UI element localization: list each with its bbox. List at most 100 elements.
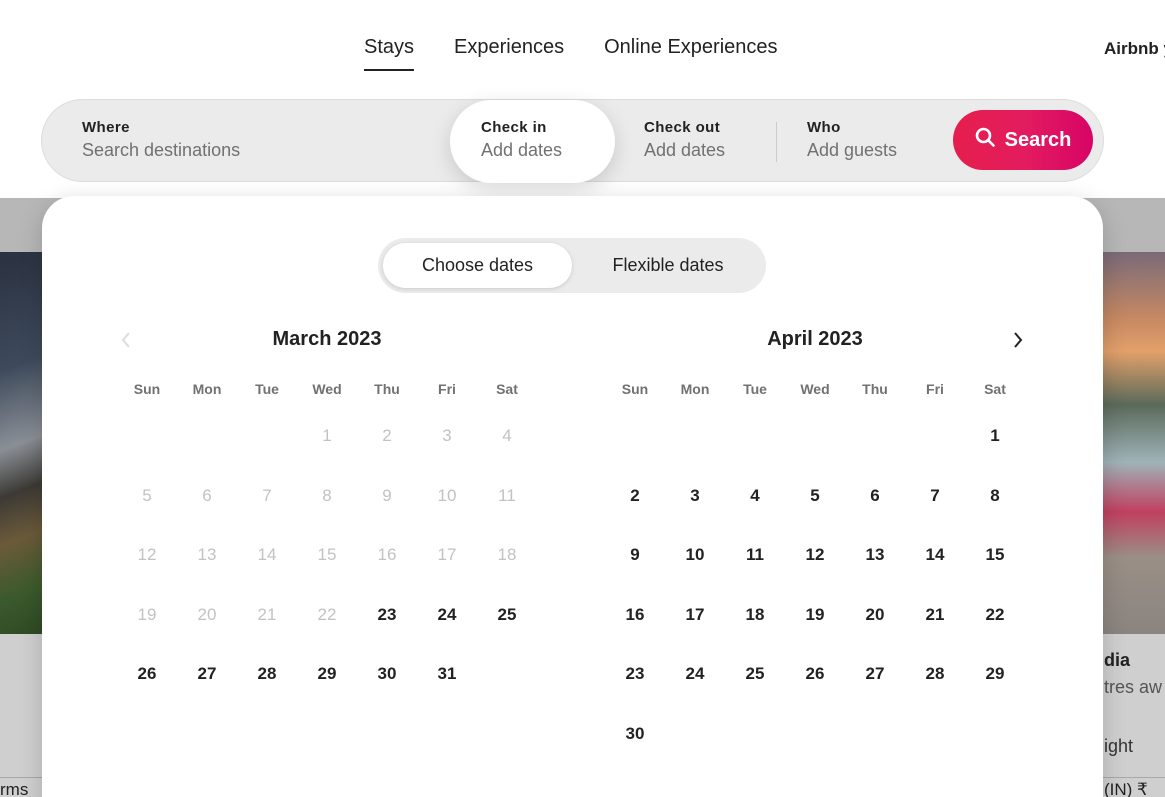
calendar-day[interactable]: 10 <box>665 543 725 603</box>
host-link[interactable]: Airbnb y <box>1104 39 1165 59</box>
calendar-day: 12 <box>137 545 157 565</box>
calendar-day[interactable]: 27 <box>845 662 905 722</box>
calendar-day[interactable]: 22 <box>965 603 1025 663</box>
calendar-day[interactable]: 23 <box>357 603 417 663</box>
calendar-day[interactable]: 25 <box>477 603 537 663</box>
day-empty <box>605 424 665 484</box>
listing-photo-left[interactable] <box>0 252 42 634</box>
calendar-day[interactable]: 24 <box>665 662 725 722</box>
calendar-day: 8 <box>322 485 332 505</box>
calendar-day: 16 <box>377 545 397 565</box>
weekday-label: Thu <box>374 381 400 397</box>
weekday-label: Sat <box>496 381 518 397</box>
calendar-day[interactable]: 26 <box>117 662 177 722</box>
calendar-day[interactable]: 26 <box>785 662 845 722</box>
calendar-day[interactable]: 19 <box>785 603 845 663</box>
calendar-day[interactable]: 2 <box>605 484 665 544</box>
calendar-day[interactable]: 14 <box>905 543 965 603</box>
listing-photo-right[interactable] <box>1103 252 1165 634</box>
calendar-day: 13 <box>197 545 217 565</box>
calendar-day[interactable]: 5 <box>785 484 845 544</box>
calendar-day[interactable]: 13 <box>845 543 905 603</box>
calendar-day[interactable]: 29 <box>297 662 357 722</box>
calendar-day[interactable]: 30 <box>357 662 417 722</box>
calendar-day[interactable]: 11 <box>725 543 785 603</box>
calendar-day: 19 <box>137 604 157 624</box>
calendar-day[interactable]: 23 <box>605 662 665 722</box>
weekday-label: Sun <box>133 381 161 397</box>
check-in-field[interactable]: Check in Add dates <box>450 100 615 183</box>
calendar-day[interactable]: 21 <box>905 603 965 663</box>
calendar-day[interactable]: 30 <box>605 722 665 782</box>
who-field[interactable]: Who Add guests <box>807 100 947 183</box>
weekday-label: Fri <box>926 381 944 397</box>
footer-locale-currency[interactable]: (IN) ₹ <box>1104 780 1148 797</box>
weekday-label: Tue <box>255 381 279 397</box>
calendar-day[interactable]: 31 <box>417 662 477 722</box>
calendar-day: 18 <box>497 545 517 565</box>
calendar-day[interactable]: 20 <box>845 603 905 663</box>
calendar-day[interactable]: 9 <box>605 543 665 603</box>
calendar-day: 10 <box>437 485 457 505</box>
month-title: April 2023 <box>767 328 863 350</box>
check-in-label: Check in <box>481 119 547 136</box>
calendar-day[interactable]: 8 <box>965 484 1025 544</box>
calendar-day[interactable]: 12 <box>785 543 845 603</box>
day-empty <box>665 424 725 484</box>
calendar-day[interactable]: 3 <box>665 484 725 544</box>
weekday-label: Wed <box>800 381 830 397</box>
weekday-label: Thu <box>862 381 888 397</box>
weekday-label: Sun <box>621 381 649 397</box>
calendar-day[interactable]: 17 <box>665 603 725 663</box>
check-out-field[interactable]: Check out Add dates <box>644 100 774 183</box>
calendar-day: 17 <box>437 545 457 565</box>
calendar-day: 20 <box>197 604 217 624</box>
search-icon <box>975 127 995 153</box>
calendar-day[interactable]: 1 <box>965 424 1025 484</box>
footer-terms-link[interactable]: rms <box>0 780 28 797</box>
calendar-day[interactable]: 16 <box>605 603 665 663</box>
tab-experiences[interactable]: Experiences <box>454 36 564 71</box>
weekday-label: Sat <box>984 381 1006 397</box>
month-title: March 2023 <box>272 328 382 350</box>
date-picker-panel: Choose dates Flexible dates March 2023 S… <box>42 196 1103 797</box>
weekday-label: Mon <box>192 381 222 397</box>
day-empty <box>177 424 237 484</box>
calendar-day[interactable]: 29 <box>965 662 1025 722</box>
calendar-day[interactable]: 28 <box>237 662 297 722</box>
search-button[interactable]: Search <box>953 110 1093 170</box>
day-grid: 1 2 3 4 5 6 7 8 9 10 11 12 13 14 15 16 17 18 19 20 21 22 23 24 2… <box>117 424 537 722</box>
tab-stays[interactable]: Stays <box>364 36 415 71</box>
calendar-day[interactable]: 24 <box>417 603 477 663</box>
search-button-label: Search <box>1004 128 1072 151</box>
calendar-day: 11 <box>498 485 516 505</box>
field-divider <box>776 122 777 162</box>
calendar-day[interactable]: 27 <box>177 662 237 722</box>
calendar-day[interactable]: 7 <box>905 484 965 544</box>
calendar-day[interactable]: 15 <box>965 543 1025 603</box>
calendar-day: 14 <box>257 545 277 565</box>
calendar-day[interactable]: 18 <box>725 603 785 663</box>
check-out-value: Add dates <box>644 140 726 160</box>
calendar-day[interactable]: 4 <box>725 484 785 544</box>
flexible-dates-option[interactable]: Flexible dates <box>578 243 758 288</box>
day-empty <box>237 424 297 484</box>
weekday-label: Tue <box>743 381 767 397</box>
calendar-day[interactable]: 28 <box>905 662 965 722</box>
listing-title: dia <box>1104 650 1131 670</box>
day-empty <box>725 424 785 484</box>
weekday-header: Sun Mon Tue Wed Thu Fri Sat <box>117 381 537 401</box>
who-value: Add guests <box>807 140 898 160</box>
calendar-day: 7 <box>262 485 272 505</box>
tab-online-experiences[interactable]: Online Experiences <box>604 36 777 71</box>
choose-dates-option[interactable]: Choose dates <box>383 243 572 288</box>
day-empty <box>845 424 905 484</box>
calendar-day[interactable]: 6 <box>845 484 905 544</box>
check-in-value: Add dates <box>481 140 563 160</box>
check-out-label: Check out <box>644 119 721 136</box>
calendar-day: 15 <box>317 545 337 565</box>
where-input[interactable]: Search destinations <box>82 140 442 161</box>
calendar-day[interactable]: 25 <box>725 662 785 722</box>
where-field[interactable]: Where Search destinations <box>82 100 442 183</box>
search-bar: Where Search destinations Check in Add d… <box>41 99 1104 183</box>
